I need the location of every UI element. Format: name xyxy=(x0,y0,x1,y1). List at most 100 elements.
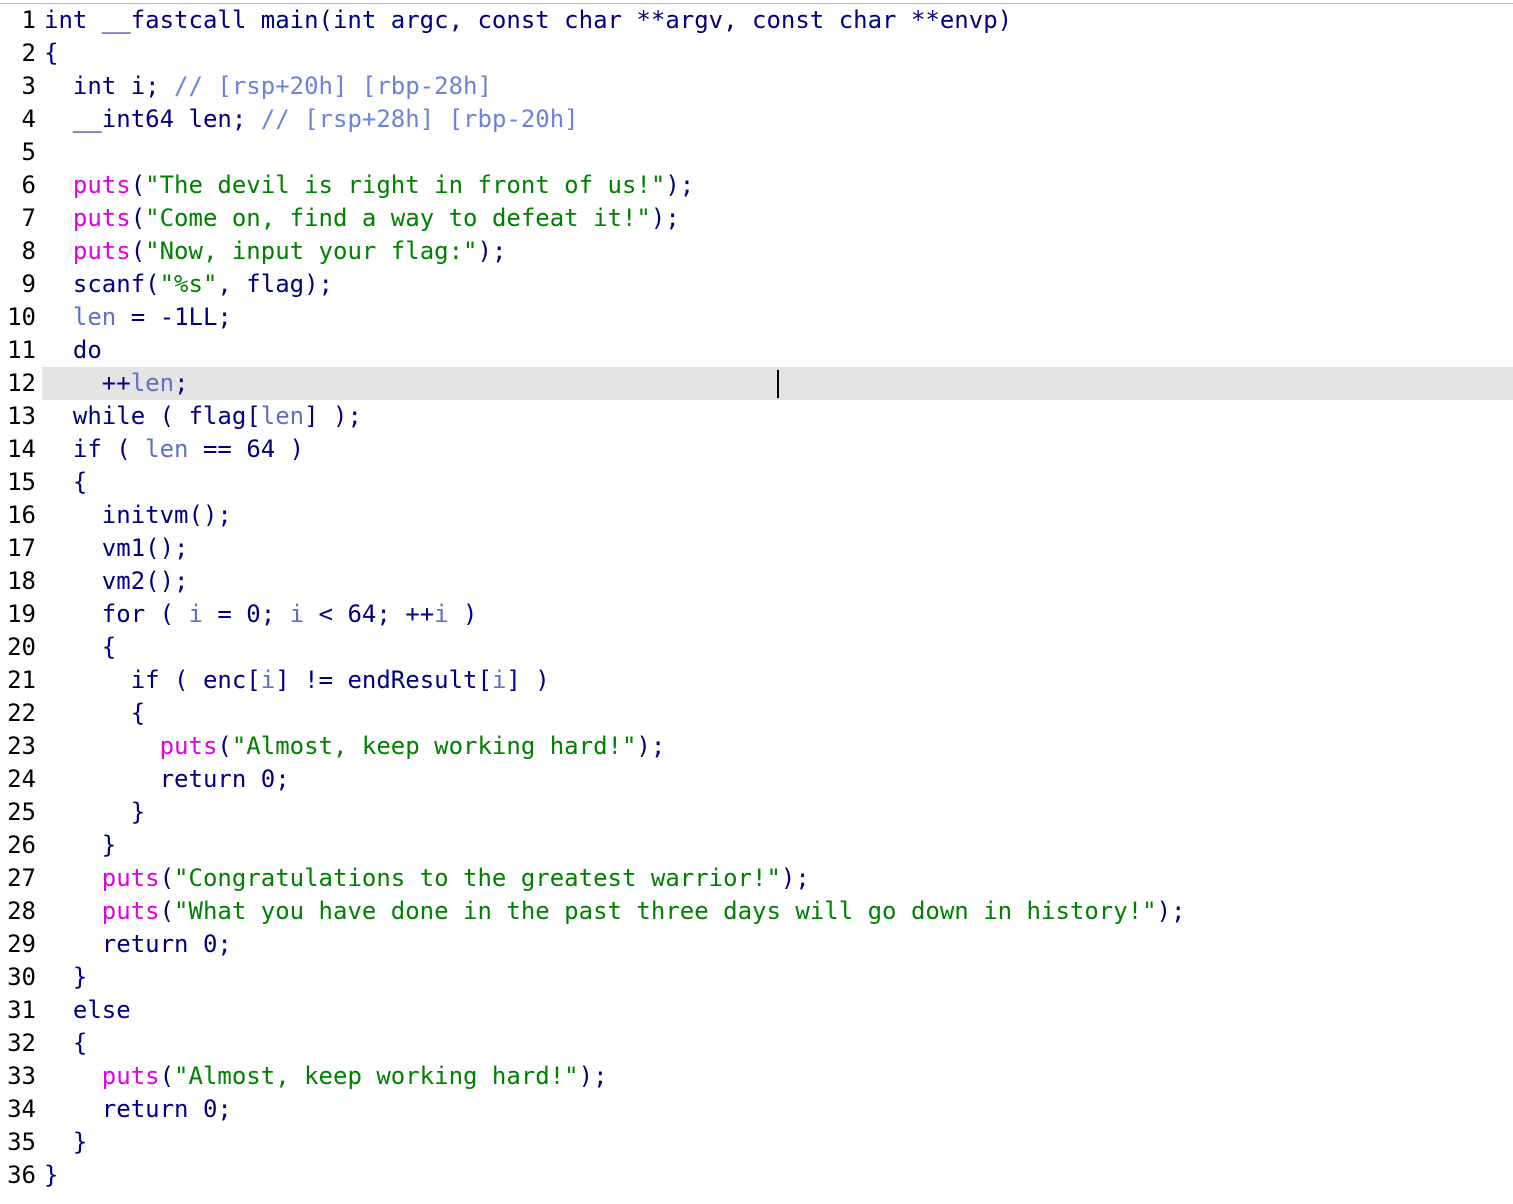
code-token: for ( xyxy=(44,600,189,628)
code-text[interactable]: puts("Now, input your flag:"); xyxy=(44,235,507,268)
code-line[interactable]: 10 len = -1LL; xyxy=(0,301,1513,334)
code-text[interactable]: puts("Almost, keep working hard!"); xyxy=(44,1060,608,1093)
library-function-token: puts xyxy=(72,204,131,232)
code-token: ( xyxy=(217,732,232,760)
code-text[interactable]: return 0; xyxy=(44,1093,232,1126)
code-text[interactable]: puts("Come on, find a way to defeat it!"… xyxy=(44,202,680,235)
code-line[interactable]: 20 { xyxy=(0,631,1513,664)
code-text[interactable]: ++len; xyxy=(44,367,189,400)
code-line[interactable]: 19 for ( i = 0; i < 64; ++i ) xyxy=(0,598,1513,631)
line-number: 35 xyxy=(7,1128,36,1156)
code-line[interactable]: 17 vm1(); xyxy=(0,532,1513,565)
code-text[interactable]: int __fastcall main(int argc, const char… xyxy=(44,4,1012,37)
code-line[interactable]: 27 puts("Congratulations to the greatest… xyxy=(0,862,1513,895)
code-token: ); xyxy=(665,171,695,199)
code-line[interactable]: 6 puts("The devil is right in front of u… xyxy=(0,169,1513,202)
code-line[interactable]: 3 int i; // [rsp+20h] [rbp-28h] xyxy=(0,70,1513,103)
code-text[interactable]: int i; // [rsp+20h] [rbp-28h] xyxy=(44,70,492,103)
code-line[interactable]: 34 return 0; xyxy=(0,1093,1513,1126)
code-token: if ( xyxy=(44,435,146,463)
code-token: ); xyxy=(650,204,680,232)
code-token: ( xyxy=(159,864,175,892)
code-text[interactable]: else xyxy=(44,994,131,1027)
code-line[interactable]: 24 return 0; xyxy=(0,763,1513,796)
code-token: < 64; ++ xyxy=(304,600,435,628)
line-number: 28 xyxy=(7,897,36,925)
code-line[interactable]: 29 return 0; xyxy=(0,928,1513,961)
code-text[interactable]: while ( flag[len] ); xyxy=(44,400,362,433)
code-line[interactable]: 23 puts("Almost, keep working hard!"); xyxy=(0,730,1513,763)
code-line[interactable]: 32 { xyxy=(0,1027,1513,1060)
variable-token: len xyxy=(145,435,189,463)
code-line[interactable]: 2{ xyxy=(0,37,1513,70)
code-token: do xyxy=(44,336,102,364)
line-number: 8 xyxy=(21,237,36,265)
string-literal-token: "Almost, keep working hard!" xyxy=(231,732,637,760)
code-line[interactable]: 36} xyxy=(0,1159,1513,1192)
code-line[interactable]: 15 { xyxy=(0,466,1513,499)
line-number: 14 xyxy=(7,435,36,463)
code-token: } xyxy=(44,798,146,826)
code-text[interactable]: } xyxy=(44,829,116,862)
code-text[interactable]: scanf("%s", flag); xyxy=(44,268,333,301)
line-number: 9 xyxy=(21,270,36,298)
code-line[interactable]: 22 { xyxy=(0,697,1513,730)
code-line[interactable]: 13 while ( flag[len] ); xyxy=(0,400,1513,433)
line-number: 23 xyxy=(7,732,36,760)
code-line[interactable]: 18 vm2(); xyxy=(0,565,1513,598)
code-text[interactable]: puts("Almost, keep working hard!"); xyxy=(44,730,666,763)
code-line[interactable]: 12 ++len; xyxy=(0,367,1513,400)
code-line[interactable]: 33 puts("Almost, keep working hard!"); xyxy=(0,1060,1513,1093)
library-function-token: puts xyxy=(72,171,131,199)
code-line[interactable]: 1 int __fastcall main(int argc, const cha… xyxy=(0,4,1513,37)
code-line[interactable]: 11 do xyxy=(0,334,1513,367)
line-number: 21 xyxy=(7,666,36,694)
code-text[interactable]: vm2(); xyxy=(44,565,189,598)
code-text[interactable]: } xyxy=(44,961,87,994)
code-text[interactable]: len = -1LL; xyxy=(44,301,232,334)
code-line[interactable]: 4 __int64 len; // [rsp+28h] [rbp-20h] xyxy=(0,103,1513,136)
code-text[interactable]: } xyxy=(44,1126,87,1159)
code-text[interactable]: if ( enc[i] != endResult[i] ) xyxy=(44,664,550,697)
code-line[interactable]: 8 puts("Now, input your flag:"); xyxy=(0,235,1513,268)
code-line[interactable]: 7 puts("Come on, find a way to defeat it… xyxy=(0,202,1513,235)
code-text[interactable]: puts("Congratulations to the greatest wa… xyxy=(44,862,810,895)
line-number: 16 xyxy=(7,501,36,529)
code-text[interactable]: { xyxy=(44,631,116,664)
code-text[interactable]: { xyxy=(44,1027,87,1060)
code-text[interactable]: puts("The devil is right in front of us!… xyxy=(44,169,694,202)
code-line[interactable]: 14 if ( len == 64 ) xyxy=(0,433,1513,466)
code-line[interactable]: 35 } xyxy=(0,1126,1513,1159)
code-line[interactable]: 9 scanf("%s", flag); xyxy=(0,268,1513,301)
line-number: 32 xyxy=(7,1029,36,1057)
code-text[interactable]: { xyxy=(44,466,87,499)
code-line[interactable]: 30 } xyxy=(0,961,1513,994)
string-literal-token: "Congratulations to the greatest warrior… xyxy=(174,864,781,892)
code-line[interactable]: 25 } xyxy=(0,796,1513,829)
code-token: ( xyxy=(130,171,146,199)
code-text[interactable]: } xyxy=(44,796,145,829)
code-line[interactable]: 5 xyxy=(0,136,1513,169)
code-line[interactable]: 21 if ( enc[i] != endResult[i] ) xyxy=(0,664,1513,697)
pseudocode-editor[interactable]: 1 int __fastcall main(int argc, const cha… xyxy=(0,3,1513,1204)
code-text[interactable]: __int64 len; // [rsp+28h] [rbp-20h] xyxy=(44,103,579,136)
code-text[interactable]: return 0; xyxy=(44,763,290,796)
code-line[interactable]: 16 initvm(); xyxy=(0,499,1513,532)
code-text[interactable]: for ( i = 0; i < 64; ++i ) xyxy=(44,598,478,631)
code-text[interactable]: return 0; xyxy=(44,928,232,961)
code-text[interactable]: initvm(); xyxy=(44,499,232,532)
code-text[interactable]: } xyxy=(44,1159,58,1192)
code-text[interactable]: do xyxy=(44,334,102,367)
code-line[interactable]: 26 } xyxy=(0,829,1513,862)
code-text[interactable]: puts("What you have done in the past thr… xyxy=(44,895,1186,928)
code-text[interactable]: { xyxy=(44,37,58,70)
code-text[interactable]: vm1(); xyxy=(44,532,189,565)
code-line[interactable]: 31 else xyxy=(0,994,1513,1027)
code-line[interactable]: 28 puts("What you have done in the past … xyxy=(0,895,1513,928)
code-text[interactable]: if ( len == 64 ) xyxy=(44,433,304,466)
code-token: vm2(); xyxy=(44,567,189,595)
code-text[interactable]: { xyxy=(44,697,145,730)
